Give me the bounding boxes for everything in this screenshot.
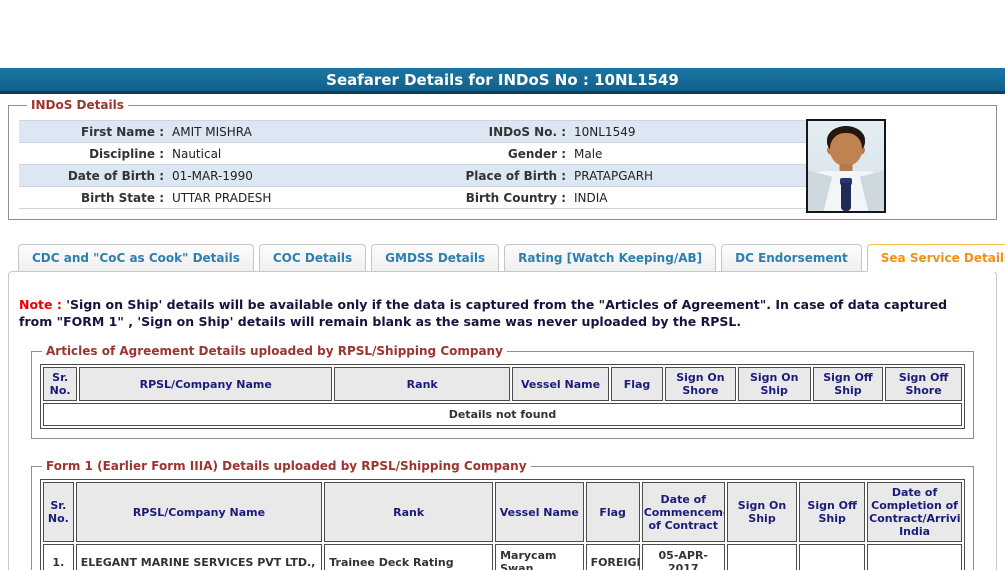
detail-row: Date of Birth : 01-MAR-1990 Place of Bir… (19, 165, 806, 187)
col-commencement: Date of Commencement of Contract (641, 482, 725, 542)
form1-header-row: Sr. No. RPSL/Company Name Rank Vessel Na… (43, 482, 962, 542)
cell-flag: FOREIGN (585, 544, 640, 570)
date-of-birth-label: Date of Birth : (67, 168, 164, 183)
first-name-value: AMIT MISHRA (172, 124, 252, 139)
form1-table: Sr. No. RPSL/Company Name Rank Vessel Na… (40, 479, 965, 570)
col-vessel-name: Vessel Name (512, 367, 609, 401)
col-completion: Date of Completion of Contract/Arriving … (867, 482, 962, 542)
page-title: Seafarer Details for INDoS No : 10NL1549 (0, 68, 1005, 94)
note-body: 'Sign on Ship' details will be available… (19, 297, 948, 329)
note-prefix: Note : (19, 297, 62, 312)
cell-company-name: ELEGANT MARINE SERVICES PVT LTD., (75, 544, 323, 570)
detail-row: First Name : AMIT MISHRA INDoS No. : 10N… (19, 121, 806, 143)
indos-details-legend: INDoS Details (31, 98, 124, 112)
birth-country-label: Birth Country : (465, 190, 566, 205)
col-sr-no: Sr. No. (43, 367, 78, 401)
indos-no-label: INDoS No. : (488, 124, 566, 139)
date-of-birth-value: 01-MAR-1990 (172, 168, 253, 183)
form1-section: Form 1 (Earlier Form IIIA) Details uploa… (31, 459, 974, 570)
col-sign-off-ship: Sign Off Ship (799, 482, 866, 542)
tab-rating-watch-keeping-ab[interactable]: Rating [Watch Keeping/AB] (504, 244, 717, 272)
detail-row: Birth State : UTTAR PRADESH Birth Countr… (19, 187, 806, 209)
col-sign-off-ship: Sign Off Ship (812, 367, 884, 401)
gender-value: Male (574, 146, 603, 161)
empty-row: Details not found (43, 403, 962, 426)
place-of-birth-label: Place of Birth : (465, 168, 566, 183)
cell-rank: Trainee Deck Rating (324, 544, 494, 570)
col-company-name: RPSL/Company Name (75, 482, 323, 542)
details-not-found-message: Details not found (43, 403, 962, 426)
detail-row: Discipline : Nautical Gender : Male (19, 143, 806, 165)
col-flag: Flag (610, 367, 664, 401)
table-row: 1. ELEGANT MARINE SERVICES PVT LTD., Tra… (43, 544, 962, 570)
form1-legend: Form 1 (Earlier Form IIIA) Details uploa… (46, 459, 527, 473)
col-rank: Rank (324, 482, 494, 542)
tab-cdc-and-coc-as-cook-details[interactable]: CDC and "CoC as Cook" Details (18, 244, 254, 272)
discipline-value: Nautical (172, 146, 222, 161)
col-company-name: RPSL/Company Name (79, 367, 333, 401)
col-sign-on-ship: Sign On Ship (726, 482, 798, 542)
cell-vessel-name: Marycam Swan (495, 544, 584, 570)
col-sr-no: Sr. No. (43, 482, 74, 542)
note-text: Note : 'Sign on Ship' details will be av… (19, 296, 978, 330)
sea-service-details-panel: Note : 'Sign on Ship' details will be av… (8, 271, 997, 570)
seafarer-photo (806, 119, 886, 213)
gender-label: Gender : (507, 146, 566, 161)
col-vessel-name: Vessel Name (495, 482, 584, 542)
discipline-label: Discipline : (89, 146, 164, 161)
page-title-text: Seafarer Details for INDoS No : 10NL1549 (326, 71, 679, 89)
articles-of-agreement-section: Articles of Agreement Details uploaded b… (31, 344, 974, 439)
articles-header-row: Sr. No. RPSL/Company Name Rank Vessel Na… (43, 367, 962, 401)
articles-legend: Articles of Agreement Details uploaded b… (46, 344, 503, 358)
cell-commencement: 05-APR-2017 (641, 544, 725, 570)
cell-sign-off-ship (799, 544, 866, 570)
personal-details-grid: First Name : AMIT MISHRA INDoS No. : 10N… (19, 120, 806, 209)
tab-coc-details[interactable]: COC Details (258, 244, 367, 272)
birth-state-label: Birth State : (81, 190, 164, 205)
col-rank: Rank (334, 367, 511, 401)
details-tab-bar: CDC and "CoC as Cook" Details COC Detail… (18, 244, 1005, 272)
cell-sign-on-ship (726, 544, 798, 570)
indos-details-section: INDoS Details First Name : AMIT MISHRA I… (8, 98, 997, 220)
col-sign-on-ship: Sign On Ship (737, 367, 811, 401)
tab-gmdss-details[interactable]: GMDSS Details (371, 244, 500, 272)
col-flag: Flag (585, 482, 640, 542)
place-of-birth-value: PRATAPGARH (574, 168, 654, 183)
tab-sea-service-details[interactable]: Sea Service Details (866, 244, 1005, 272)
articles-table: Sr. No. RPSL/Company Name Rank Vessel Na… (40, 364, 965, 429)
first-name-label: First Name : (80, 124, 164, 139)
col-sign-off-shore: Sign Off Shore (885, 367, 962, 401)
tab-dc-endorsement[interactable]: DC Endorsement (721, 244, 862, 272)
cell-sr-no: 1. (43, 544, 74, 570)
cell-completion (867, 544, 962, 570)
birth-country-value: INDIA (574, 190, 608, 205)
col-sign-on-shore: Sign On Shore (665, 367, 736, 401)
indos-no-value: 10NL1549 (574, 124, 636, 139)
birth-state-value: UTTAR PRADESH (172, 190, 272, 205)
